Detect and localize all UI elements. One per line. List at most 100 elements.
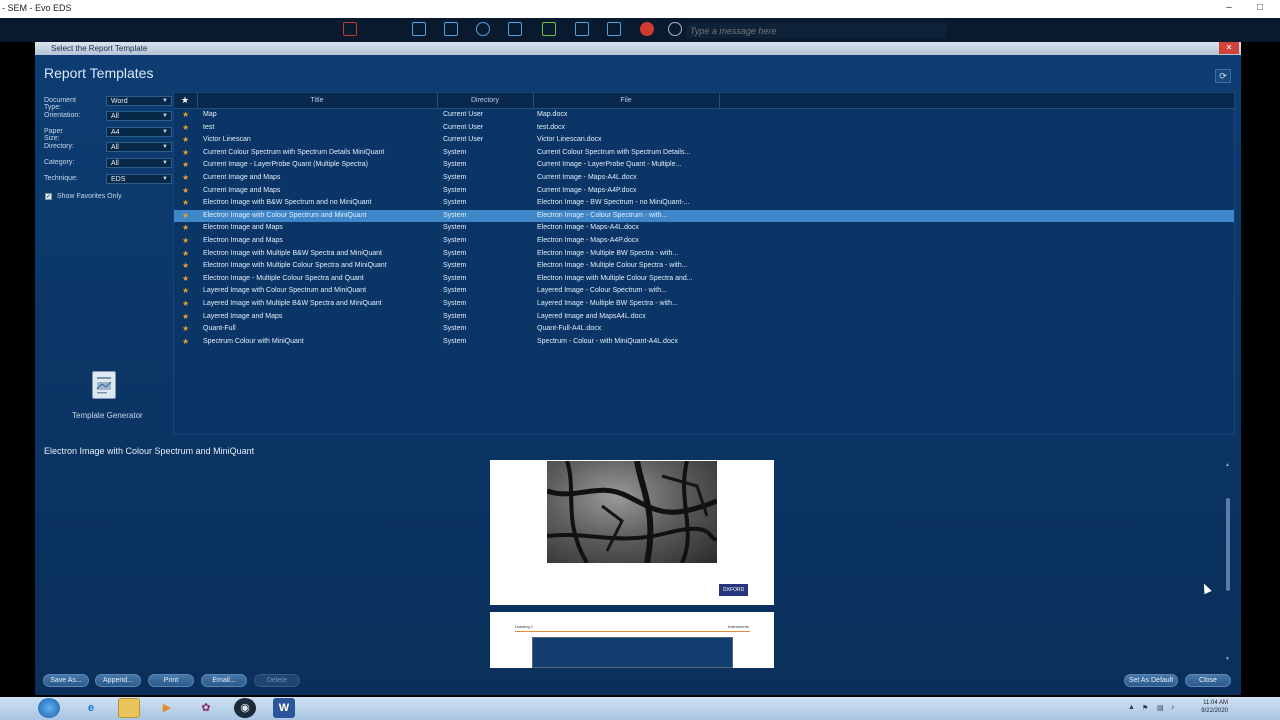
- row-title: Layered Image with Multiple B&W Spectra …: [203, 299, 382, 307]
- row-file: Electron Image - Maps-A4P.docx: [537, 236, 639, 244]
- document-type-select[interactable]: Word ▼: [106, 96, 172, 106]
- file-explorer-icon[interactable]: [118, 698, 140, 718]
- directory-column-header[interactable]: Directory: [437, 97, 533, 104]
- directory-select[interactable]: All ▼: [106, 142, 172, 152]
- row-title: Spectrum Colour with MiniQuant: [203, 337, 304, 345]
- favorite-star-icon[interactable]: ★: [182, 236, 189, 245]
- message-input[interactable]: [686, 23, 946, 38]
- favorite-star-icon[interactable]: ★: [182, 299, 189, 308]
- table-row[interactable]: ★ Electron Image - Multiple Colour Spectr…: [174, 273, 1234, 286]
- favorite-star-icon[interactable]: ★: [182, 173, 189, 182]
- append-button[interactable]: Append...: [95, 674, 141, 687]
- set-as-default-button[interactable]: Set As Default: [1124, 674, 1178, 687]
- delete-button[interactable]: Delete: [254, 674, 300, 687]
- media-player-icon[interactable]: ▶: [156, 698, 178, 718]
- grid-header: ★ Title Directory File: [174, 93, 1234, 109]
- technique-select[interactable]: EDS ▼: [106, 174, 172, 184]
- favorite-star-icon[interactable]: ★: [182, 160, 189, 169]
- favorite-star-icon[interactable]: ★: [182, 186, 189, 195]
- start-button-icon[interactable]: [38, 698, 60, 718]
- monitor-icon[interactable]: [444, 22, 458, 36]
- favorite-star-icon[interactable]: ★: [182, 324, 189, 333]
- table-row[interactable]: ★ Current Image and Maps System Current Ima…: [174, 172, 1234, 185]
- record-icon[interactable]: [640, 22, 654, 36]
- table-row[interactable]: ★ Electron Image and Maps System Electron I…: [174, 222, 1234, 235]
- preview-scrollbar-thumb[interactable]: [1226, 498, 1230, 591]
- table-row[interactable]: ★ Electron Image with Colour Spectrum and…: [174, 209, 1234, 223]
- table-row[interactable]: ★ Quant-Full System Quant-Full-A4L.docx: [174, 323, 1234, 336]
- file-column-header[interactable]: File: [533, 97, 719, 104]
- microscope-app-icon[interactable]: ✿: [195, 698, 217, 718]
- save-as-button[interactable]: Save As...: [43, 674, 89, 687]
- row-file: Layered Image - Colour Spectrum - with..…: [537, 287, 667, 295]
- orientation-select[interactable]: All ▼: [106, 111, 172, 121]
- table-row[interactable]: ★ Electron Image and Maps System Electron I…: [174, 235, 1234, 248]
- internet-explorer-icon[interactable]: e: [80, 698, 102, 718]
- table-row[interactable]: ★ Current Image and Maps System Current Ima…: [174, 185, 1234, 198]
- show-favorites-checkbox[interactable]: ✓: [45, 193, 52, 200]
- page-title: Report Templates: [44, 65, 154, 81]
- filter-label: Orientation:: [44, 112, 81, 119]
- chevron-down-icon: ▼: [162, 176, 168, 182]
- email-button[interactable]: Email...: [201, 674, 247, 687]
- scroll-up-arrow[interactable]: ▲: [1225, 462, 1230, 468]
- row-directory: System: [443, 161, 467, 169]
- tray-network-icon[interactable]: ▤: [1157, 704, 1164, 712]
- file-transfer-icon[interactable]: [607, 22, 621, 36]
- table-row[interactable]: ★ test Current User test.docx: [174, 122, 1234, 135]
- favorite-star-icon[interactable]: ★: [182, 249, 189, 258]
- row-title: Layered Image with Colour Spectrum and M…: [203, 287, 367, 295]
- table-row[interactable]: ★ Victor Linescan Current User Victor Lines…: [174, 134, 1234, 147]
- minimize-button[interactable]: –: [1222, 2, 1236, 13]
- favorite-star-icon[interactable]: ★: [182, 312, 189, 321]
- refresh-button[interactable]: ⟳: [1215, 69, 1231, 83]
- table-row[interactable]: ★ Electron Image with B&W Spectrum and no…: [174, 197, 1234, 210]
- favorite-star-icon[interactable]: ★: [182, 211, 189, 220]
- close-button[interactable]: Close: [1185, 674, 1231, 687]
- print-button[interactable]: Print: [148, 674, 194, 687]
- aztec-app-icon[interactable]: ◉: [234, 698, 256, 718]
- table-row[interactable]: ★ Current Image - LayerProbe Quant (Multi…: [174, 159, 1234, 172]
- favorite-star-icon[interactable]: ★: [182, 337, 189, 346]
- table-row[interactable]: ★ Layered Image with Multiple B&W Spectra…: [174, 298, 1234, 311]
- template-generator-icon[interactable]: [92, 371, 116, 399]
- dialog-close-button[interactable]: ✕: [1219, 42, 1239, 54]
- tray-flag-icon[interactable]: ⚑: [1142, 704, 1148, 712]
- paper-size-select[interactable]: A4 ▼: [106, 127, 172, 137]
- table-row[interactable]: ★ Layered Image and Maps System Layered Ima…: [174, 311, 1234, 324]
- favorite-star-icon[interactable]: ★: [182, 223, 189, 232]
- template-generator-label[interactable]: Template Generator: [72, 411, 143, 420]
- word-icon[interactable]: W: [273, 698, 295, 718]
- table-row[interactable]: ★ Layered Image with Colour Spectrum and …: [174, 285, 1234, 298]
- chat-icon[interactable]: [668, 22, 682, 36]
- maximize-button[interactable]: □: [1253, 2, 1267, 13]
- favorite-column-header[interactable]: ★: [181, 95, 189, 106]
- fullscreen-icon[interactable]: [508, 22, 522, 36]
- favorite-star-icon[interactable]: ★: [182, 286, 189, 295]
- tray-arrow-icon[interactable]: ▲: [1128, 704, 1135, 711]
- table-row[interactable]: ★ Electron Image with Multiple B&W Spectr…: [174, 248, 1234, 261]
- title-column-header[interactable]: Title: [197, 97, 437, 104]
- category-select[interactable]: All ▼: [106, 158, 172, 168]
- favorite-star-icon[interactable]: ★: [182, 198, 189, 207]
- table-row[interactable]: ★ Current Colour Spectrum with Spectrum D…: [174, 147, 1234, 160]
- disconnect-icon[interactable]: [343, 22, 357, 36]
- table-row[interactable]: ★ Electron Image with Multiple Colour Spe…: [174, 260, 1234, 273]
- favorite-star-icon[interactable]: ★: [182, 110, 189, 119]
- favorite-star-icon[interactable]: ★: [182, 123, 189, 132]
- tray-volume-icon[interactable]: ♪: [1171, 704, 1175, 711]
- settings-sliders-icon[interactable]: [575, 22, 589, 36]
- favorite-star-icon[interactable]: ★: [182, 261, 189, 270]
- table-row[interactable]: ★ Map Current User Map.docx: [174, 109, 1234, 122]
- clock-time[interactable]: 11:04 AM: [1188, 699, 1228, 707]
- row-directory: System: [443, 312, 467, 320]
- view-eye-icon[interactable]: [476, 22, 490, 36]
- scroll-down-arrow[interactable]: ▼: [1225, 656, 1230, 662]
- favorite-star-icon[interactable]: ★: [182, 148, 189, 157]
- network-icon[interactable]: [542, 22, 556, 36]
- table-row[interactable]: ★ Spectrum Colour with MiniQuant System Spe…: [174, 336, 1234, 349]
- favorite-star-icon[interactable]: ★: [182, 135, 189, 144]
- favorite-star-icon[interactable]: ★: [182, 274, 189, 283]
- display-icon[interactable]: [412, 22, 426, 36]
- clock-date[interactable]: 9/22/2020: [1188, 708, 1228, 714]
